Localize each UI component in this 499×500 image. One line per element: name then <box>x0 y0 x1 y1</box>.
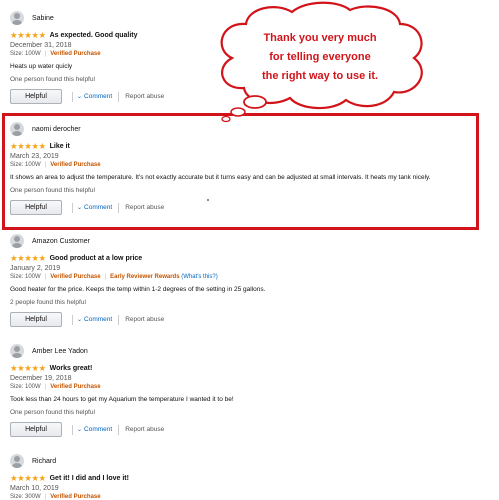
review-actions: Helpful ⌄ Comment Report abuse <box>10 422 490 437</box>
comment-label: Comment <box>84 426 113 433</box>
early-reviewer-badge: Early Reviewer Rewards <box>110 274 180 280</box>
reviewer-name[interactable]: Richard <box>32 458 56 465</box>
star-rating-icon[interactable]: ★★★★★ <box>10 474 46 483</box>
review-title[interactable]: Get it! I did and I love it! <box>50 475 129 482</box>
review-actions: Helpful ⌄ Comment Report abuse <box>10 89 490 104</box>
review-sabine: Sabine ★★★★★ As expected. Good quality D… <box>10 10 490 104</box>
comment-link[interactable]: ⌄ Comment <box>77 426 112 433</box>
avatar-icon <box>10 234 24 248</box>
avatar-icon <box>10 344 24 358</box>
meta-separator: | <box>44 274 47 280</box>
review-actions: Helpful ⌄ Comment Report abuse <box>10 312 490 327</box>
comment-label: Comment <box>84 93 113 100</box>
review-date: January 2, 2019 <box>10 265 61 272</box>
action-divider <box>118 424 120 435</box>
report-abuse-link[interactable]: Report abuse <box>125 316 164 323</box>
helpful-count: One person found this helpful <box>10 76 95 83</box>
helpful-button[interactable]: Helpful <box>10 312 62 327</box>
review-title-row: ★★★★★ Works great! <box>10 364 490 373</box>
action-divider <box>118 91 120 102</box>
verified-purchase-badge: Verified Purchase <box>50 384 101 390</box>
action-divider <box>72 314 73 325</box>
review-date: December 19, 2018 <box>10 375 72 382</box>
review-date: March 10, 2019 <box>10 485 59 492</box>
highlight-box <box>2 113 479 230</box>
review-meta: Size: 300W | Verified Purchase <box>10 494 490 500</box>
comment-link[interactable]: ⌄ Comment <box>77 93 112 100</box>
whats-this-link[interactable]: (What's this?) <box>181 274 218 280</box>
review-size[interactable]: Size: 100W <box>10 274 41 280</box>
meta-separator: | <box>44 494 47 500</box>
review-size[interactable]: Size: 100W <box>10 384 41 390</box>
helpful-button[interactable]: Helpful <box>10 89 62 104</box>
review-amber-lee-yadon: Amber Lee Yadon ★★★★★ Works great! Decem… <box>10 343 490 437</box>
review-meta: Size: 100W | Verified Purchase <box>10 384 490 390</box>
review-title[interactable]: As expected. Good quality <box>50 32 138 39</box>
action-divider <box>72 91 73 102</box>
helpful-count: One person found this helpful <box>10 409 95 416</box>
reviewer-name[interactable]: Amber Lee Yadon <box>32 348 88 355</box>
review-size[interactable]: Size: 300W <box>10 494 41 500</box>
action-divider <box>118 314 120 325</box>
meta-separator: | <box>104 274 107 280</box>
review-size[interactable]: Size: 100W <box>10 51 41 57</box>
reviewer-name[interactable]: Sabine <box>32 15 54 22</box>
verified-purchase-badge: Verified Purchase <box>50 494 101 500</box>
verified-purchase-badge: Verified Purchase <box>50 274 101 280</box>
review-body: Heats up water quicly <box>10 63 73 70</box>
review-title[interactable]: Works great! <box>50 365 93 372</box>
review-meta: Size: 100W | Verified Purchase | Early Revie… <box>10 274 490 280</box>
report-abuse-link[interactable]: Report abuse <box>125 426 164 433</box>
chevron-down-icon: ⌄ <box>77 317 83 323</box>
chevron-down-icon: ⌄ <box>77 427 83 433</box>
review-title-row: ★★★★★ As expected. Good quality <box>10 31 490 40</box>
avatar-icon <box>10 454 24 468</box>
review-user: Amazon Customer <box>10 233 490 249</box>
review-user: Sabine <box>10 10 490 26</box>
review-meta: Size: 100W | Verified Purchase <box>10 51 490 57</box>
review-body: Good heater for the price. Keeps the tem… <box>10 286 266 293</box>
review-user: Amber Lee Yadon <box>10 343 490 359</box>
review-richard: Richard ★★★★★ Get it! I did and I love i… <box>10 453 490 500</box>
review-body: Took less than 24 hours to get my Aquari… <box>10 396 234 403</box>
review-amazon-customer: Amazon Customer ★★★★★ Good product at a … <box>10 233 490 327</box>
comment-label: Comment <box>84 316 113 323</box>
meta-separator: | <box>44 51 47 57</box>
avatar-icon <box>10 11 24 25</box>
star-rating-icon[interactable]: ★★★★★ <box>10 254 46 263</box>
action-divider <box>72 424 73 435</box>
helpful-button[interactable]: Helpful <box>10 422 62 437</box>
chevron-down-icon: ⌄ <box>77 94 83 100</box>
reviewer-name[interactable]: Amazon Customer <box>32 238 90 245</box>
review-title-row: ★★★★★ Get it! I did and I love it! <box>10 474 490 483</box>
review-date: December 31, 2018 <box>10 42 72 49</box>
meta-separator: | <box>44 384 47 390</box>
star-rating-icon[interactable]: ★★★★★ <box>10 364 46 373</box>
review-title-row: ★★★★★ Good product at a low price <box>10 254 490 263</box>
verified-purchase-badge: Verified Purchase <box>50 51 101 57</box>
helpful-count: 2 people found this helpful <box>10 299 86 306</box>
report-abuse-link[interactable]: Report abuse <box>125 93 164 100</box>
review-user: Richard <box>10 453 490 469</box>
comment-link[interactable]: ⌄ Comment <box>77 316 112 323</box>
review-title[interactable]: Good product at a low price <box>50 255 143 262</box>
star-rating-icon[interactable]: ★★★★★ <box>10 31 46 40</box>
